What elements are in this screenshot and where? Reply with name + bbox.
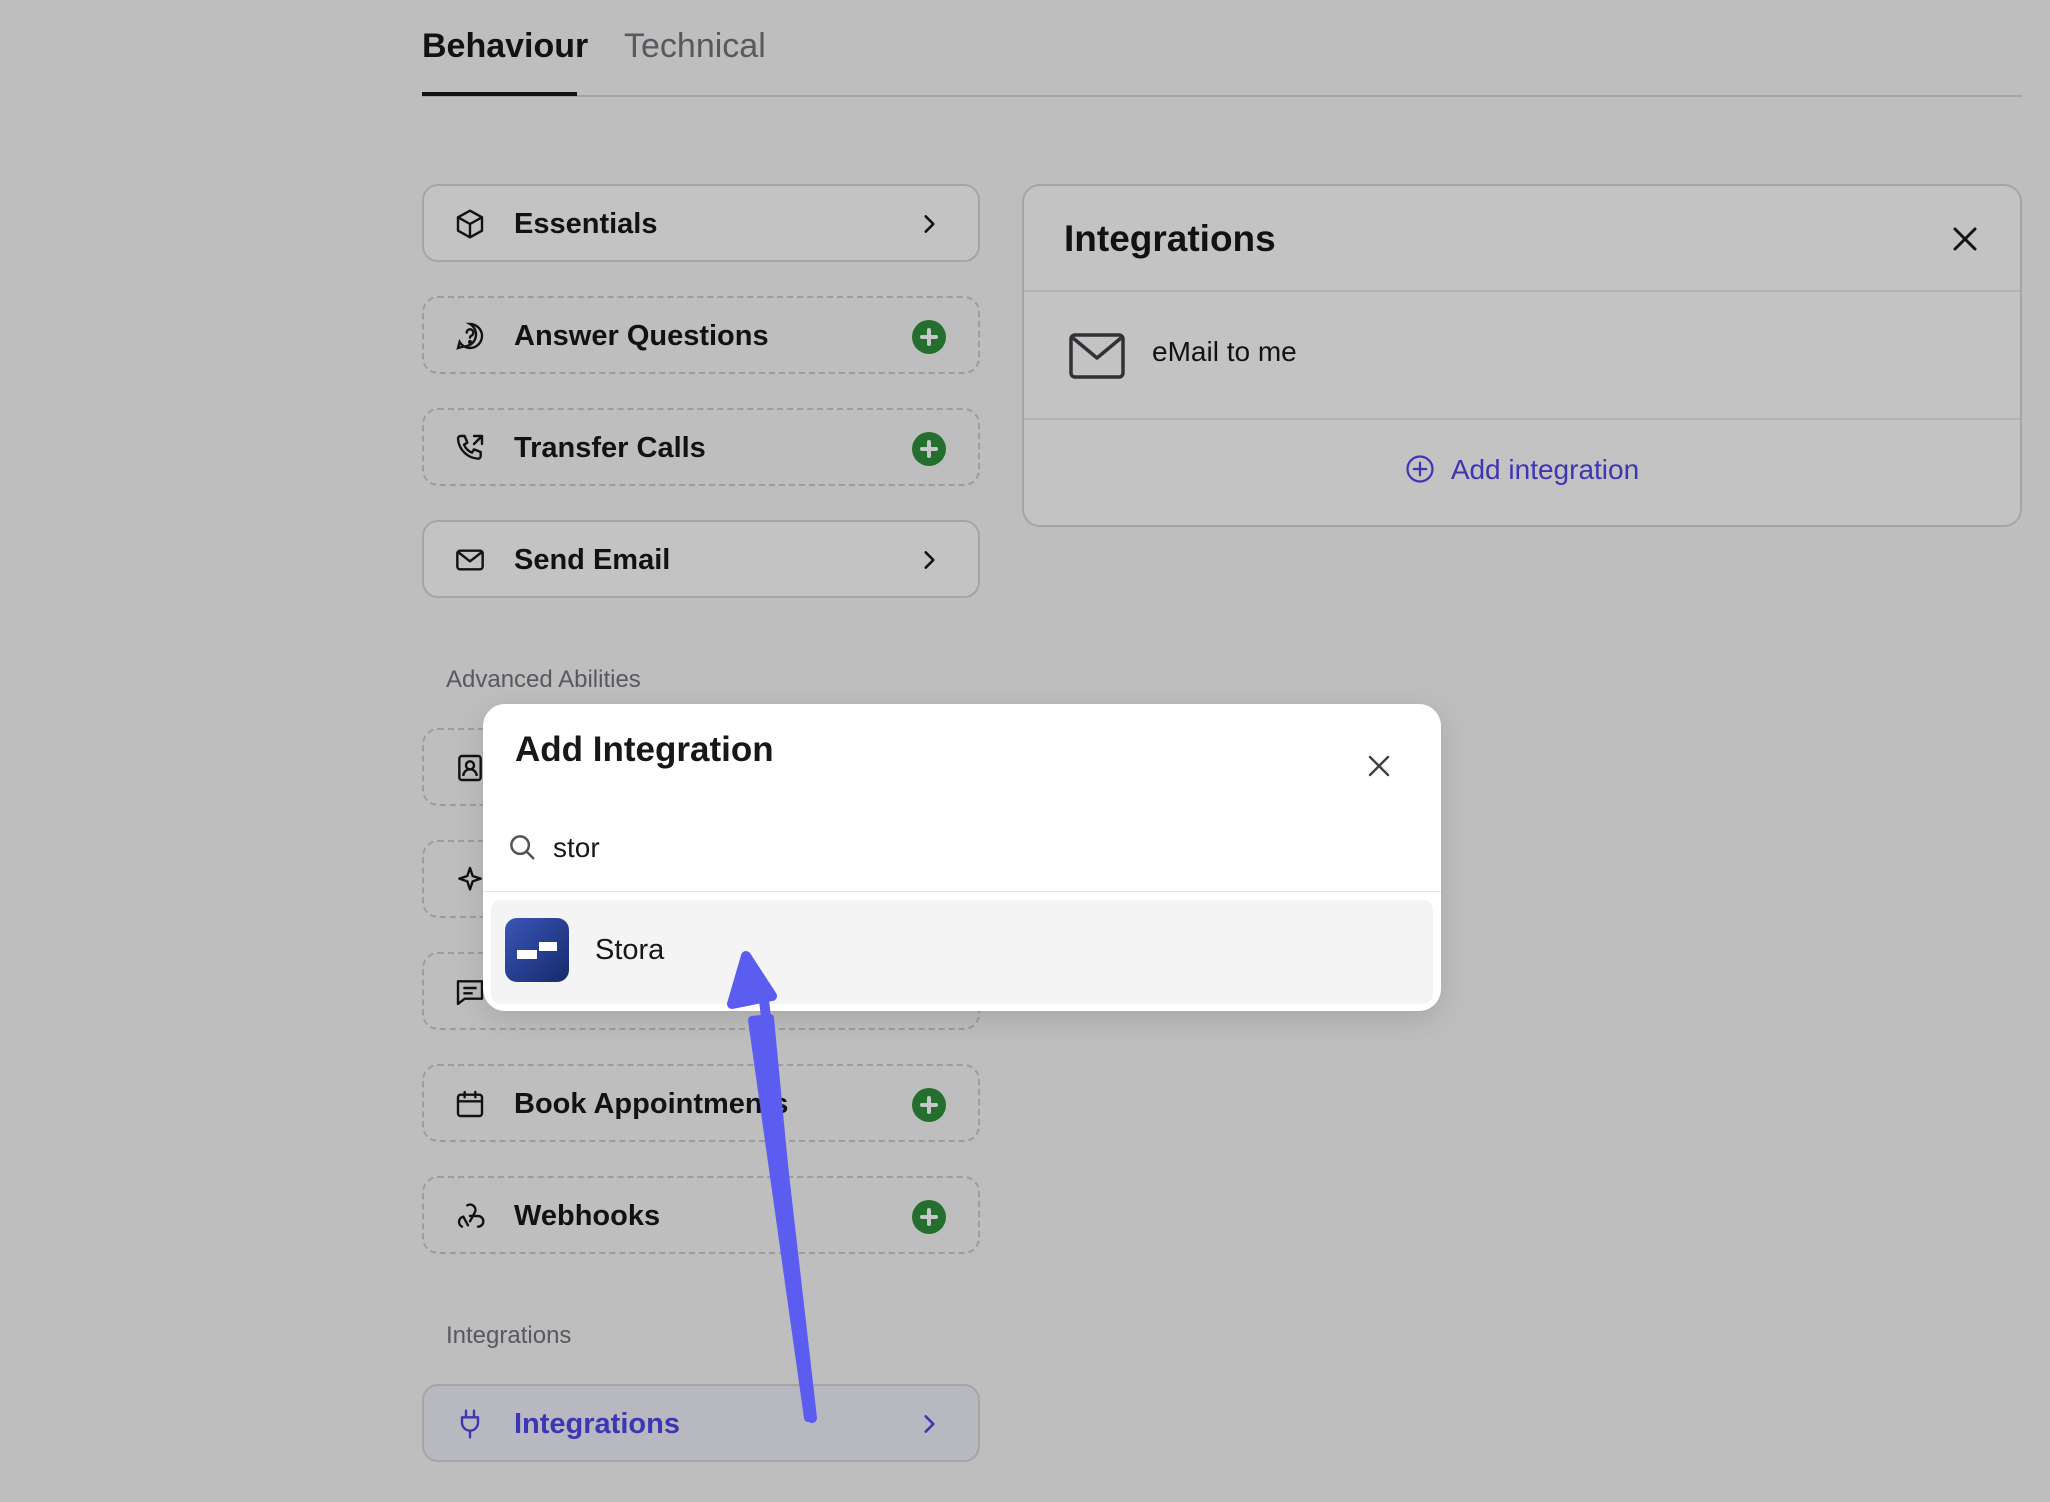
search-icon — [510, 835, 535, 860]
result-label: Stora — [595, 934, 665, 966]
stora-logo-icon — [505, 918, 569, 982]
result-item-stora[interactable]: Stora — [491, 900, 1433, 1004]
modal-title: Add Integration — [515, 730, 774, 769]
close-icon[interactable] — [1367, 754, 1391, 778]
add-integration-modal: Add Integration Stora — [483, 704, 1441, 1011]
search-input[interactable] — [551, 822, 1255, 874]
divider — [483, 891, 1441, 892]
